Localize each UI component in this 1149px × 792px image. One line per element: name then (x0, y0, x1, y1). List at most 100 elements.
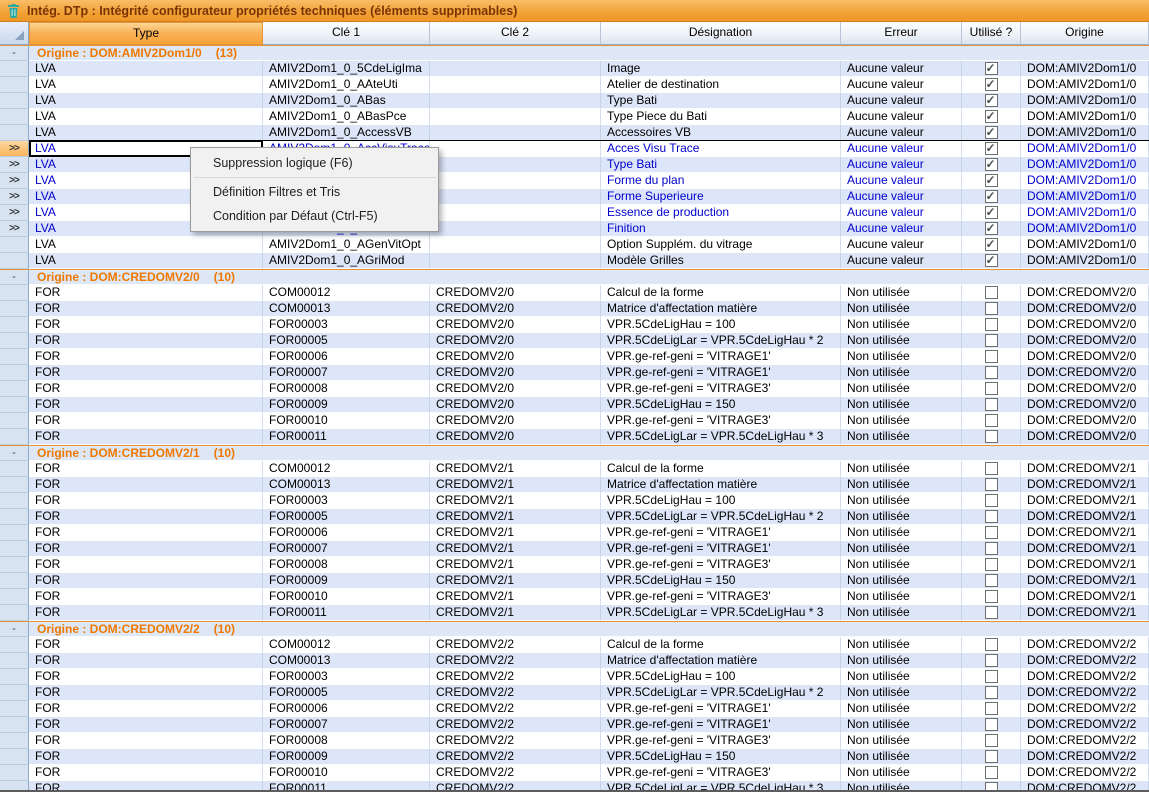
row-selector[interactable] (0, 653, 29, 669)
cell-err[interactable]: Non utilisée (841, 669, 962, 685)
cell-err[interactable]: Non utilisée (841, 733, 962, 749)
cell-used[interactable] (962, 701, 1021, 717)
cell-cle2[interactable]: CREDOMV2/2 (430, 637, 601, 653)
cell-cle2[interactable]: CREDOMV2/0 (430, 429, 601, 445)
cell-des[interactable]: Matrice d'affectation matière (601, 477, 841, 493)
group-collapse-toggle[interactable]: - (0, 445, 29, 461)
cell-cle1[interactable]: FOR00011 (263, 605, 430, 621)
row-selector[interactable] (0, 733, 29, 749)
table-row[interactable]: FORFOR00008CREDOMV2/0VPR.ge-ref-geni = '… (0, 381, 1149, 397)
cell-des[interactable]: Modèle Grilles (601, 253, 841, 269)
cell-err[interactable]: Non utilisée (841, 749, 962, 765)
cell-cle2[interactable]: CREDOMV2/2 (430, 685, 601, 701)
table-row[interactable]: FORFOR00003CREDOMV2/0VPR.5CdeLigHau = 10… (0, 317, 1149, 333)
cell-type[interactable]: LVA (29, 125, 263, 141)
table-row[interactable]: >>LVAAMIV2Dom1_0_AGenFinFinitionAucune v… (0, 221, 1149, 237)
cell-type[interactable]: FOR (29, 333, 263, 349)
cell-cle2[interactable]: CREDOMV2/0 (430, 381, 601, 397)
row-selector[interactable] (0, 349, 29, 365)
cell-used[interactable] (962, 349, 1021, 365)
used-checkbox[interactable] (985, 126, 998, 139)
cell-org[interactable]: DOM:AMIV2Dom1/0 (1021, 93, 1149, 109)
cell-cle1[interactable]: FOR00008 (263, 557, 430, 573)
used-checkbox[interactable] (985, 382, 998, 395)
used-checkbox[interactable] (985, 718, 998, 731)
cell-err[interactable]: Aucune valeur (841, 93, 962, 109)
table-row[interactable]: FORFOR00010CREDOMV2/0VPR.ge-ref-geni = '… (0, 413, 1149, 429)
cell-err[interactable]: Aucune valeur (841, 189, 962, 205)
table-row[interactable]: >>LVAType BatiAucune valeurDOM:AMIV2Dom1… (0, 157, 1149, 173)
cell-err[interactable]: Non utilisée (841, 685, 962, 701)
cell-cle1[interactable]: FOR00006 (263, 701, 430, 717)
cell-cle2[interactable]: CREDOMV2/1 (430, 461, 601, 477)
cell-org[interactable]: DOM:AMIV2Dom1/0 (1021, 141, 1149, 157)
used-checkbox[interactable] (985, 430, 998, 443)
table-row[interactable]: LVAAMIV2Dom1_0_AccessVBAccessoires VBAuc… (0, 125, 1149, 141)
cell-des[interactable]: VPR.5CdeLigLar = VPR.5CdeLigHau * 3 (601, 429, 841, 445)
row-selector[interactable] (0, 317, 29, 333)
group-header-row[interactable]: -Origine : DOM:CREDOMV2/2(10) (0, 621, 1149, 637)
cell-cle2[interactable]: CREDOMV2/2 (430, 733, 601, 749)
cell-used[interactable] (962, 301, 1021, 317)
cell-cle2[interactable] (430, 237, 601, 253)
cell-des[interactable]: VPR.ge-ref-geni = 'VITRAGE1' (601, 717, 841, 733)
cell-des[interactable]: Calcul de la forme (601, 285, 841, 301)
used-checkbox[interactable] (985, 398, 998, 411)
cell-type[interactable]: FOR (29, 541, 263, 557)
current-row-selector[interactable]: >> (0, 141, 29, 157)
cell-cle2[interactable] (430, 61, 601, 77)
used-checkbox[interactable] (985, 94, 998, 107)
cell-cle2[interactable] (430, 173, 601, 189)
group-collapse-toggle[interactable]: - (0, 621, 29, 637)
cell-cle2[interactable] (430, 141, 601, 157)
cell-type[interactable]: FOR (29, 669, 263, 685)
cell-des[interactable]: Forme Superieure (601, 189, 841, 205)
cell-des[interactable]: Type Piece du Bati (601, 109, 841, 125)
cell-cle2[interactable]: CREDOMV2/2 (430, 749, 601, 765)
cell-type[interactable]: FOR (29, 381, 263, 397)
cell-cle2[interactable]: CREDOMV2/1 (430, 589, 601, 605)
cell-des[interactable]: VPR.ge-ref-geni = 'VITRAGE3' (601, 589, 841, 605)
cell-used[interactable] (962, 413, 1021, 429)
cell-des[interactable]: Matrice d'affectation matière (601, 653, 841, 669)
cell-used[interactable] (962, 685, 1021, 701)
cell-err[interactable]: Non utilisée (841, 413, 962, 429)
cell-type[interactable]: FOR (29, 685, 263, 701)
cell-cle2[interactable] (430, 157, 601, 173)
row-selector[interactable] (0, 525, 29, 541)
table-row[interactable]: FORFOR00008CREDOMV2/2VPR.ge-ref-geni = '… (0, 733, 1149, 749)
cell-type[interactable]: FOR (29, 717, 263, 733)
cell-err[interactable]: Non utilisée (841, 333, 962, 349)
cell-des[interactable]: VPR.5CdeLigHau = 100 (601, 669, 841, 685)
used-checkbox[interactable] (985, 174, 998, 187)
used-checkbox[interactable] (985, 206, 998, 219)
column-header-des[interactable]: Désignation (601, 22, 841, 45)
cell-err[interactable]: Non utilisée (841, 653, 962, 669)
table-row[interactable]: FORCOM00012CREDOMV2/2Calcul de la formeN… (0, 637, 1149, 653)
table-row[interactable]: LVAAMIV2Dom1_0_ABasPceType Piece du Bati… (0, 109, 1149, 125)
cell-org[interactable]: DOM:AMIV2Dom1/0 (1021, 189, 1149, 205)
cell-cle1[interactable]: FOR00010 (263, 413, 430, 429)
cell-org[interactable]: DOM:AMIV2Dom1/0 (1021, 205, 1149, 221)
cell-des[interactable]: VPR.5CdeLigHau = 150 (601, 573, 841, 589)
cell-cle2[interactable]: CREDOMV2/2 (430, 765, 601, 781)
cell-cle1[interactable]: FOR00006 (263, 349, 430, 365)
cell-used[interactable] (962, 317, 1021, 333)
cell-type[interactable]: FOR (29, 637, 263, 653)
column-header-cle1[interactable]: Clé 1 (263, 22, 430, 45)
row-selector[interactable] (0, 61, 29, 77)
cell-type[interactable]: FOR (29, 349, 263, 365)
cell-cle2[interactable] (430, 253, 601, 269)
used-checkbox[interactable] (985, 302, 998, 315)
row-selector[interactable] (0, 765, 29, 781)
cell-err[interactable]: Non utilisée (841, 461, 962, 477)
cell-cle1[interactable]: FOR00006 (263, 525, 430, 541)
cell-cle1[interactable]: FOR00010 (263, 589, 430, 605)
used-checkbox[interactable] (985, 366, 998, 379)
cell-used[interactable] (962, 525, 1021, 541)
cell-cle2[interactable]: CREDOMV2/2 (430, 717, 601, 733)
cell-used[interactable] (962, 557, 1021, 573)
column-header-err[interactable]: Erreur (841, 22, 962, 45)
used-checkbox[interactable] (985, 510, 998, 523)
row-selector[interactable] (0, 669, 29, 685)
